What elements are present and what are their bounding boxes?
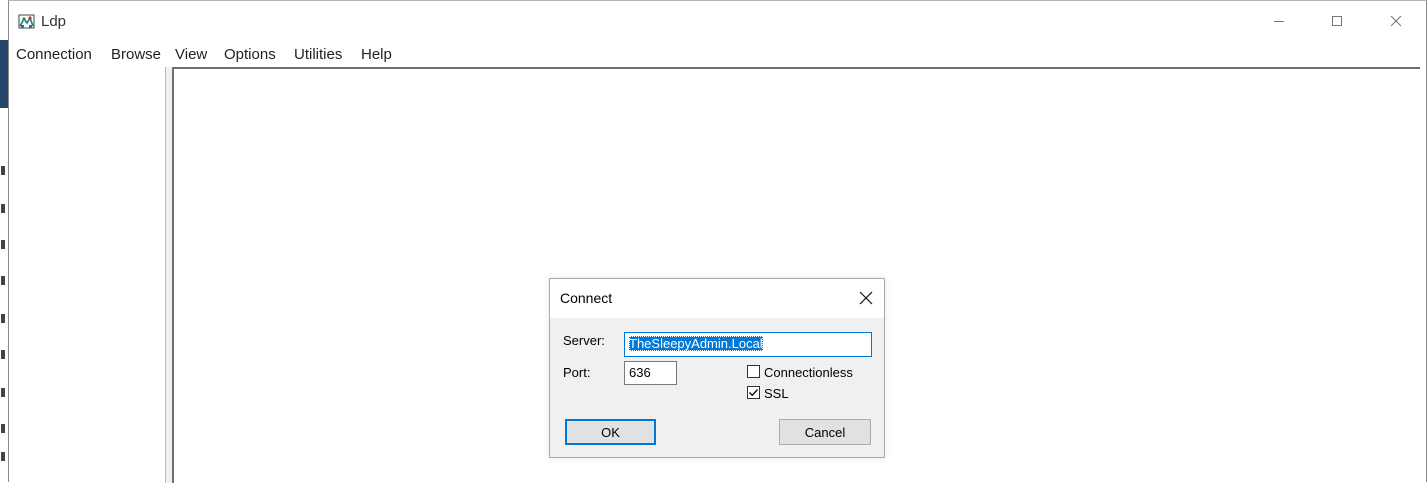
background-window-strip — [0, 40, 8, 108]
background-text-fragment — [1, 350, 5, 359]
close-icon — [1390, 15, 1402, 27]
maximize-button[interactable] — [1308, 1, 1366, 41]
menu-connection[interactable]: Connection — [16, 46, 92, 63]
port-input[interactable]: 636 — [624, 361, 677, 385]
window-title: Ldp — [41, 13, 67, 30]
cancel-button-label: Cancel — [804, 424, 846, 440]
title-bar[interactable]: Ldp — [9, 1, 1426, 41]
connect-dialog: Connect Server: TheSleepyAdmin.Local Por… — [549, 278, 885, 458]
menu-view[interactable]: View — [175, 46, 207, 63]
close-button[interactable] — [1367, 1, 1425, 41]
menu-utilities[interactable]: Utilities — [294, 46, 342, 63]
background-text-fragment — [1, 204, 5, 213]
menu-help[interactable]: Help — [361, 46, 392, 63]
minimize-icon — [1274, 21, 1284, 22]
background-text-fragment — [1, 166, 5, 175]
dialog-title-bar[interactable]: Connect — [550, 279, 884, 318]
background-text-fragment — [1, 276, 5, 285]
menu-browse[interactable]: Browse — [111, 46, 161, 63]
ldp-app-icon — [18, 14, 35, 29]
ok-button[interactable]: OK — [565, 419, 656, 445]
background-text-fragment — [1, 424, 5, 433]
dialog-title: Connect — [560, 290, 613, 306]
menu-bar: Connection Browse View Options Utilities… — [9, 41, 1426, 67]
maximize-icon — [1332, 16, 1342, 26]
server-input-value: TheSleepyAdmin.Local — [629, 336, 763, 351]
ssl-checkbox[interactable] — [747, 386, 760, 399]
ssl-label: SSL — [764, 386, 789, 401]
menu-options[interactable]: Options — [224, 46, 276, 63]
tree-pane[interactable] — [9, 67, 166, 483]
server-input[interactable]: TheSleepyAdmin.Local — [624, 332, 872, 357]
connectionless-checkbox[interactable] — [747, 365, 760, 378]
checkmark-icon — [749, 389, 759, 397]
minimize-button[interactable] — [1250, 1, 1308, 41]
ok-button-label: OK — [601, 424, 620, 440]
port-input-value: 636 — [629, 365, 651, 380]
background-text-fragment — [1, 452, 5, 461]
port-label: Port: — [563, 365, 591, 380]
cancel-button[interactable]: Cancel — [779, 419, 871, 445]
background-text-fragment — [1, 240, 5, 249]
connectionless-label: Connectionless — [764, 365, 853, 380]
dialog-close-icon[interactable] — [858, 290, 874, 306]
server-label: Server: — [563, 333, 605, 348]
background-text-fragment — [1, 314, 5, 323]
background-text-fragment — [1, 388, 5, 397]
